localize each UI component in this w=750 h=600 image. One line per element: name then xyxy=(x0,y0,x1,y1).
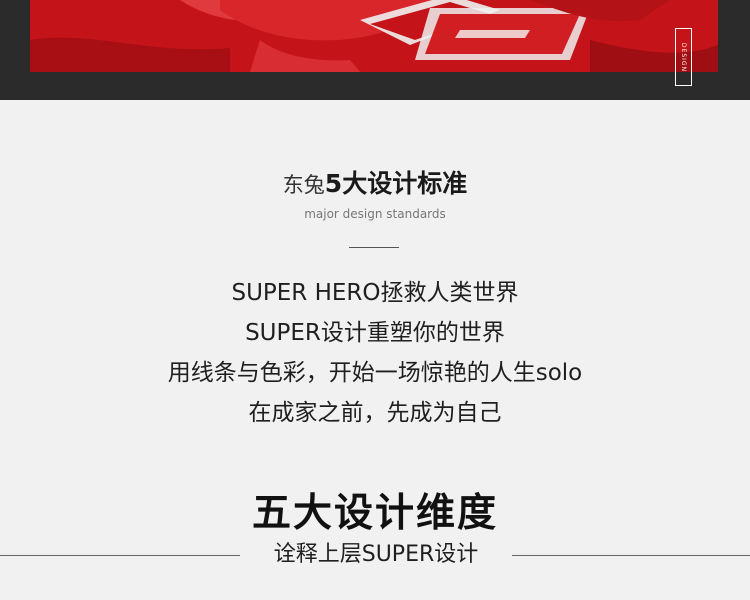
slogan-line: SUPER设计重塑你的世界 xyxy=(245,320,505,346)
slogan-list: SUPER HERO拯救人类世界 SUPER设计重塑你的世界 用线条与色彩，开始… xyxy=(0,273,750,433)
slogan-line: 在成家之前，先成为自己 xyxy=(248,400,502,426)
top-banner: DESIGN xyxy=(0,0,750,100)
design-tag: DESIGN xyxy=(675,28,692,86)
left-rule xyxy=(0,555,240,556)
design-tag-label: DESIGN xyxy=(680,42,688,72)
dimensions-subtitle-row: 诠释上层SUPER设计 xyxy=(0,540,750,570)
dimensions-subtitle: 诠释上层SUPER设计 xyxy=(273,542,479,567)
hero-photo xyxy=(30,0,718,72)
slogan-line: 用线条与色彩，开始一场惊艳的人生solo xyxy=(167,360,583,386)
section-divider xyxy=(349,247,399,248)
section-title: 东兔5大设计标准 xyxy=(0,168,750,203)
slogan-line: SUPER HERO拯救人类世界 xyxy=(231,280,519,306)
dimensions-heading: 五大设计维度 xyxy=(251,491,498,536)
right-rule xyxy=(512,555,750,556)
section-subtitle: major design standards xyxy=(304,207,446,221)
brand-name: 东兔 xyxy=(282,173,325,197)
section-heading: 5大设计标准 xyxy=(324,169,468,198)
hero-photo-art xyxy=(30,0,718,72)
standards-section: 东兔5大设计标准 major design standards SUPER HE… xyxy=(0,100,750,600)
